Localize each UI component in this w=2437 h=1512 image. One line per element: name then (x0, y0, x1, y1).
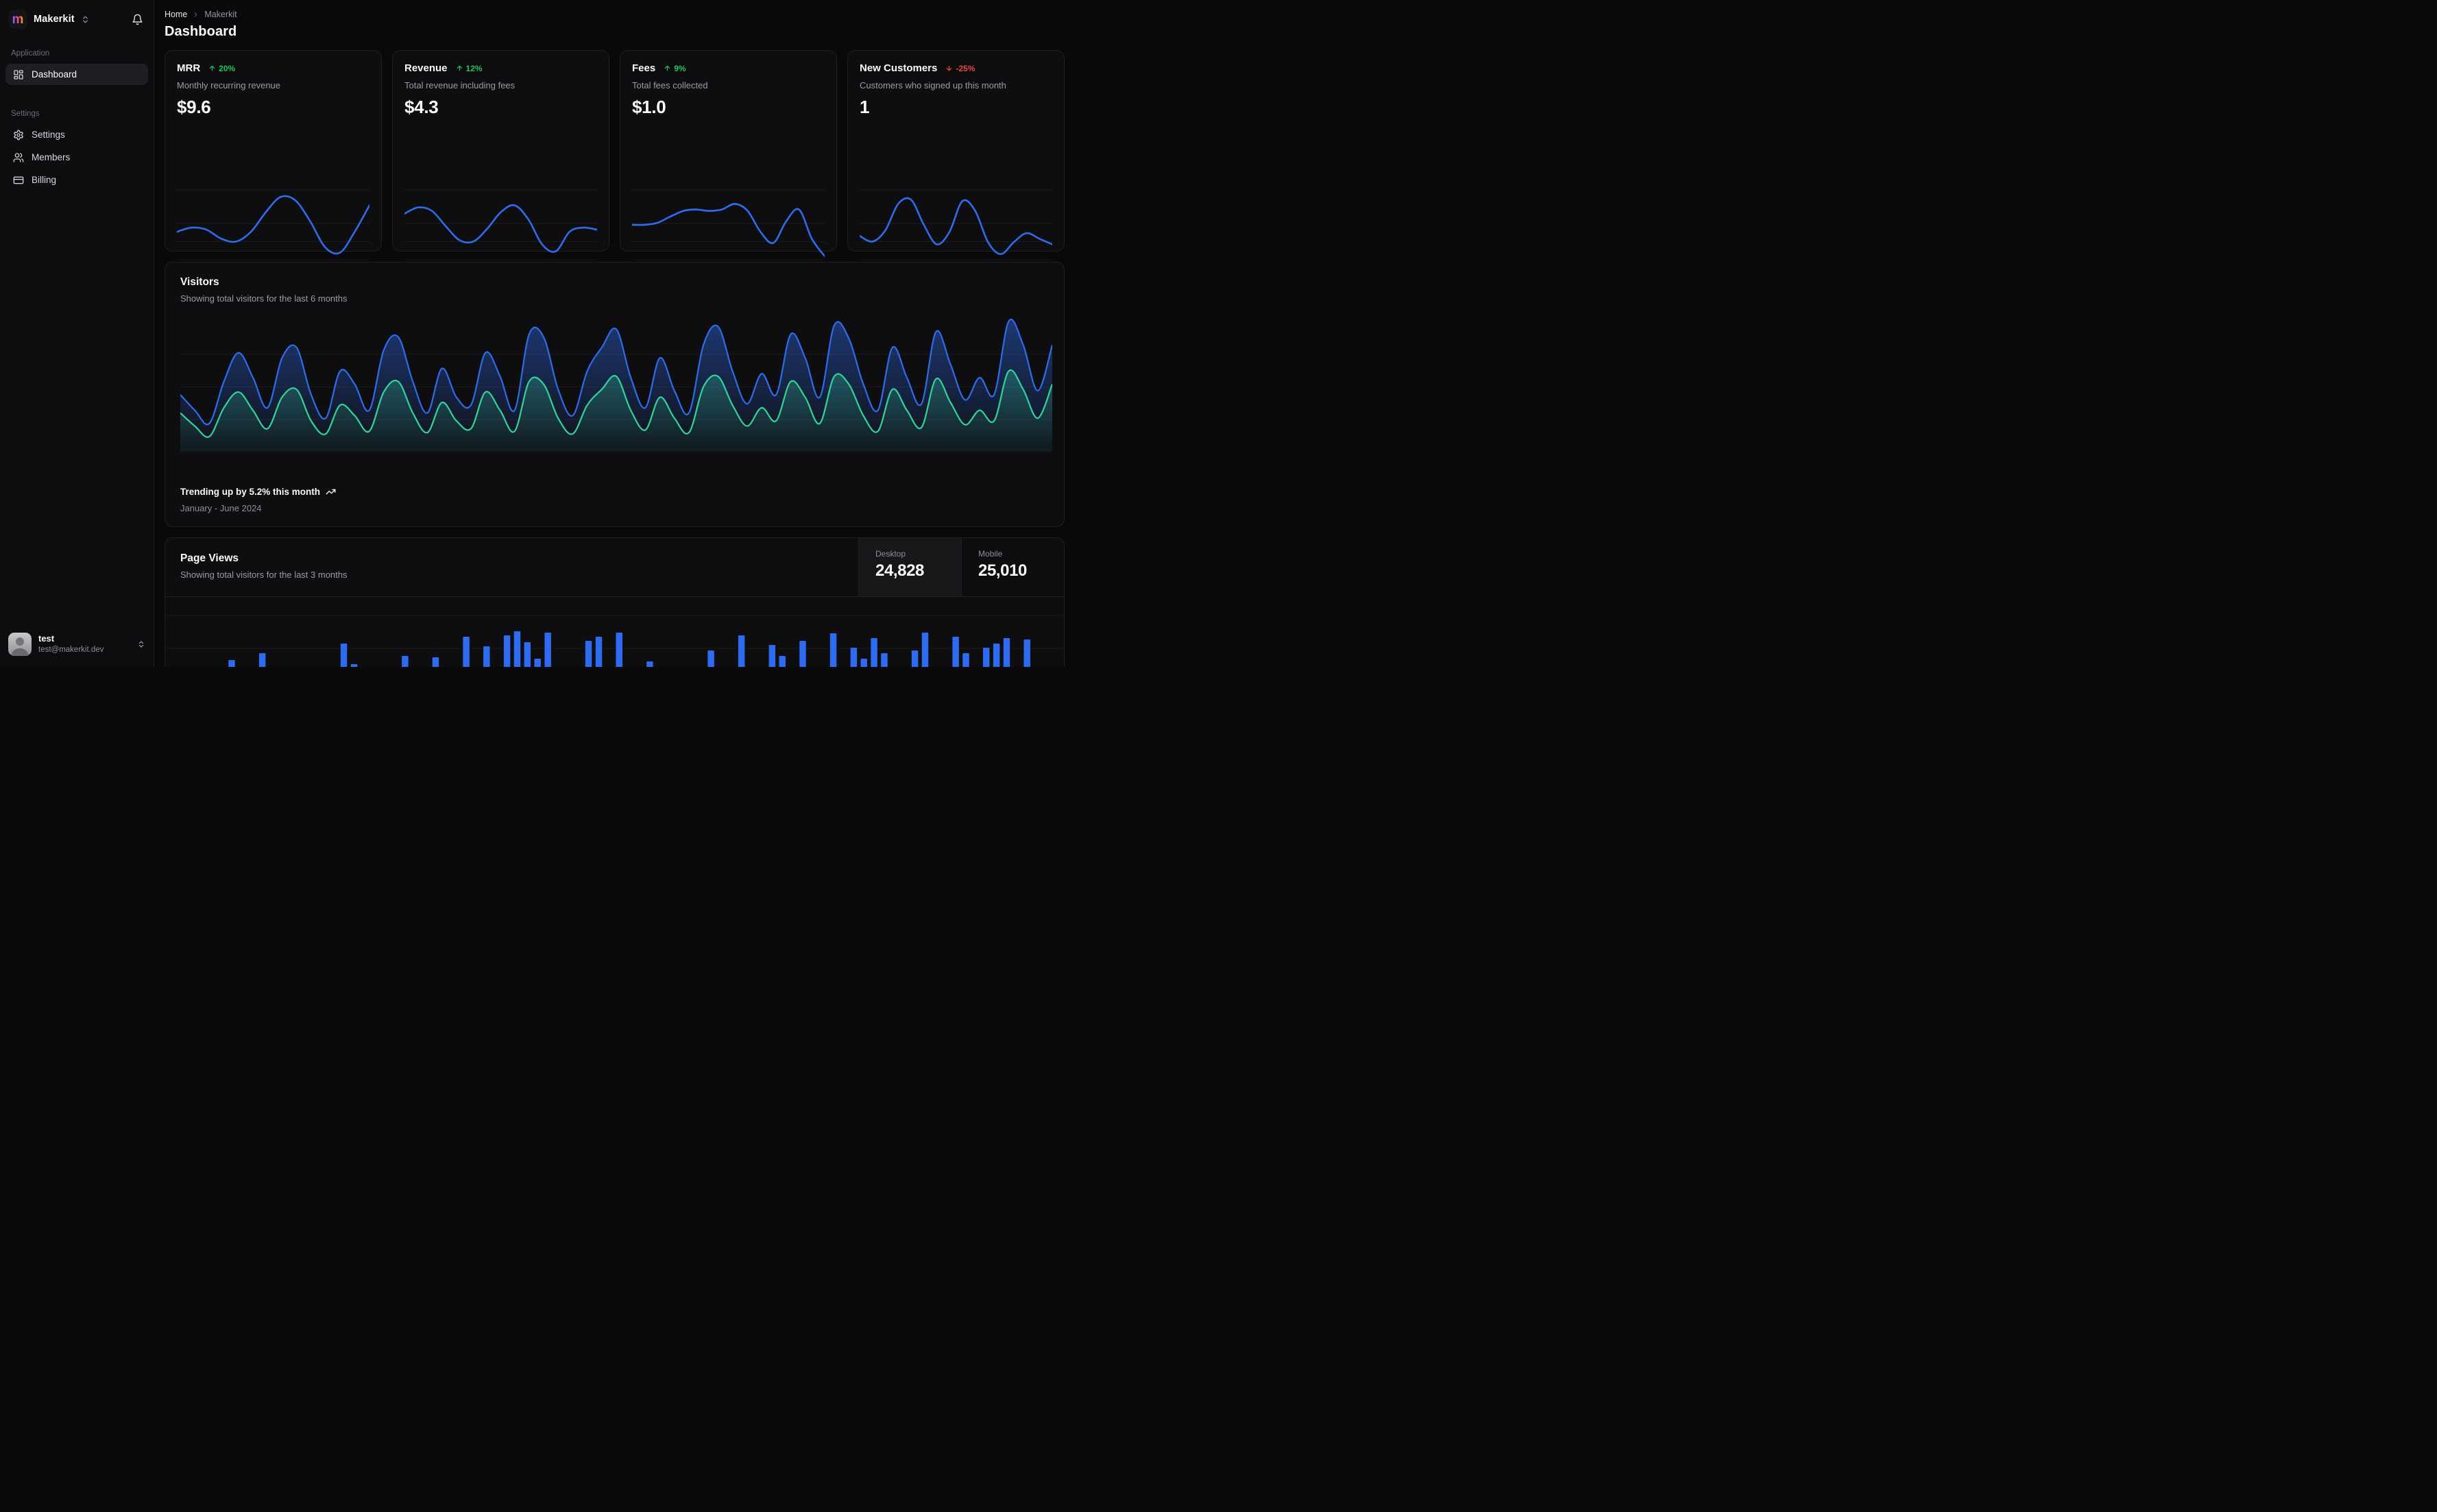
arrow-up-icon (208, 64, 216, 72)
arrow-down-icon (945, 64, 953, 72)
chevrons-up-down-icon (137, 640, 145, 648)
visitors-title: Visitors (180, 276, 219, 288)
visitors-date-range: January - June 2024 (180, 503, 262, 513)
stat-title: Revenue (404, 62, 448, 74)
sidebar-item-settings[interactable]: Settings (5, 124, 148, 145)
breadcrumb-home[interactable]: Home (165, 10, 187, 19)
gear-icon (13, 130, 24, 141)
credit-card-icon (13, 175, 24, 186)
arrow-up-icon (664, 64, 671, 72)
page-views-title: Page Views (180, 552, 239, 564)
trend-badge: 9% (664, 64, 686, 73)
user-info: test test@makerkit.dev (38, 633, 104, 655)
visitors-area-chart (180, 316, 1054, 452)
stat-card-mrr: MRR 20% Monthly recurring revenue $9.6 J… (165, 50, 382, 278)
mobile-total: 25,010 (978, 561, 1028, 580)
sidebar-nav: Application Dashboard Settings Settings (5, 49, 148, 192)
user-name: test (38, 633, 55, 644)
chevron-right-icon (192, 11, 199, 19)
sidebar-item-dashboard[interactable]: Dashboard (5, 64, 148, 85)
layout-dashboard-icon (13, 69, 24, 80)
workspace-name: Makerkit (34, 14, 75, 25)
sidebar-item-label: Dashboard (32, 69, 77, 80)
desktop-total: 24,828 (875, 561, 925, 580)
stat-title: MRR (177, 62, 201, 74)
arrow-up-icon (456, 64, 463, 72)
stat-subtitle: Total fees collected (632, 80, 708, 90)
bell-icon[interactable] (130, 12, 145, 27)
sidebar-item-members[interactable]: Members (5, 147, 148, 168)
visitors-card: Visitors Showing total visitors for the … (165, 262, 1065, 527)
sidebar-item-billing[interactable]: Billing (5, 169, 148, 191)
sidebar-item-label: Members (32, 152, 71, 162)
app-window: m Makerkit Application Dashboard Setting… (0, 0, 1075, 667)
sparkline-chart (858, 183, 1054, 267)
breadcrumb-current[interactable]: Makerkit (204, 10, 237, 19)
user-email: test@makerkit.dev (38, 645, 104, 654)
page-views-bar-chart (166, 598, 1063, 667)
makerkit-logo: m (8, 10, 27, 29)
stat-cards-row: MRR 20% Monthly recurring revenue $9.6 J… (165, 50, 1065, 278)
avatar (8, 633, 32, 656)
chevrons-up-down-icon (81, 15, 90, 24)
sparkline-chart (403, 183, 598, 267)
stat-value: $4.3 (404, 97, 439, 117)
trend-badge: 12% (456, 64, 483, 73)
stat-title: New Customers (860, 62, 938, 74)
stat-subtitle: Monthly recurring revenue (177, 80, 281, 90)
sparkline-chart (175, 183, 371, 267)
sidebar: m Makerkit Application Dashboard Setting… (0, 0, 154, 667)
page-title: Dashboard (165, 24, 237, 39)
stat-card-revenue: Revenue 12% Total revenue including fees… (392, 50, 609, 278)
page-views-subtitle: Showing total visitors for the last 3 mo… (180, 570, 348, 580)
nav-section-settings: Settings (11, 110, 40, 118)
stat-title: Fees (632, 62, 656, 74)
tab-desktop[interactable]: Desktop 24,828 (858, 538, 961, 596)
page-views-header: Page Views Showing total visitors for th… (165, 538, 1064, 597)
sidebar-item-label: Billing (32, 175, 57, 185)
users-icon (13, 152, 24, 163)
trending-up-icon (326, 487, 336, 497)
stat-value: $9.6 (177, 97, 211, 117)
main-content: Home Makerkit Dashboard MRR 20% Monthly … (154, 0, 1075, 667)
nav-section-application: Application (11, 49, 50, 58)
user-menu[interactable]: test test@makerkit.dev (5, 629, 148, 660)
breadcrumb: Home Makerkit (165, 10, 1065, 19)
page-views-card: Page Views Showing total visitors for th… (165, 537, 1065, 667)
stat-value: 1 (860, 97, 870, 117)
stat-value: $1.0 (632, 97, 666, 117)
tab-mobile[interactable]: Mobile 25,010 (961, 538, 1064, 596)
visitors-trend-line: Trending up by 5.2% this month (180, 487, 336, 497)
stat-subtitle: Total revenue including fees (404, 80, 516, 90)
stat-card-fees: Fees 9% Total fees collected $1.0 July 2… (620, 50, 837, 278)
sparkline-chart (631, 183, 826, 267)
trend-badge: 20% (208, 64, 235, 73)
trend-badge: -25% (945, 64, 975, 73)
stat-card-new-customers: New Customers -25% Customers who signed … (847, 50, 1065, 278)
workspace-selector[interactable]: m Makerkit (5, 7, 148, 32)
stat-subtitle: Customers who signed up this month (860, 80, 1006, 90)
visitors-subtitle: Showing total visitors for the last 6 mo… (180, 293, 348, 304)
sidebar-item-label: Settings (32, 130, 65, 140)
